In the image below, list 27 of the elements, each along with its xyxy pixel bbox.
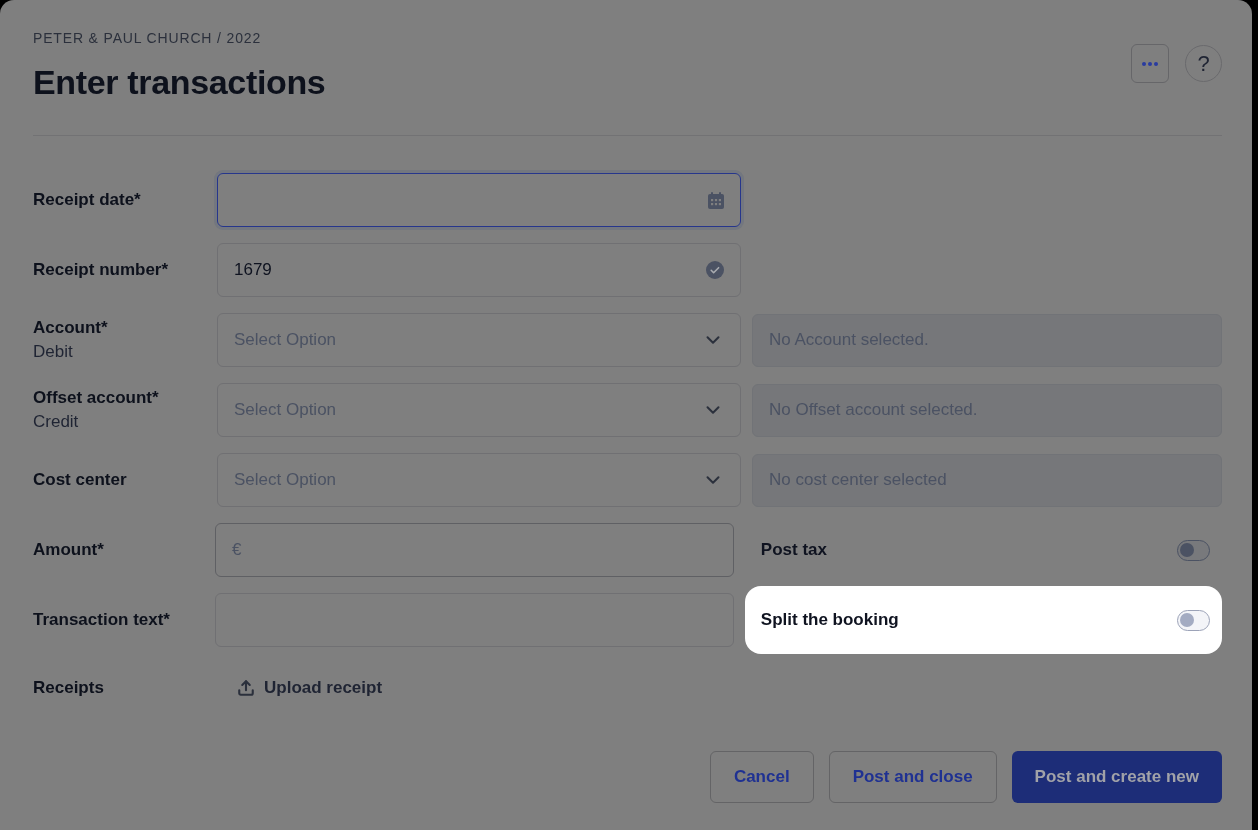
calendar-icon (708, 191, 724, 209)
field-label: Offset account* (33, 387, 160, 409)
secondary-button[interactable]: Cancel (709, 751, 814, 803)
toggle-label: Post tax (760, 539, 827, 562)
secondary-button[interactable]: Post and close (828, 751, 997, 803)
page-title: Enter transactions (33, 62, 326, 102)
more-button[interactable] (1131, 44, 1169, 83)
field-label: Receipt date* (33, 189, 142, 211)
toggle-label: Split the booking (760, 609, 899, 632)
field-label: Account* (33, 317, 109, 339)
text-field[interactable]: 1679 (217, 243, 741, 297)
toggle-switch[interactable] (1177, 609, 1210, 631)
field-label: Receipts (33, 677, 105, 699)
field-label: Amount* (33, 539, 105, 561)
upload-link[interactable]: Upload receipt (237, 675, 383, 701)
toggle-switch[interactable] (1177, 539, 1210, 561)
field-label: Transaction text* (33, 609, 171, 631)
upload-icon (237, 679, 255, 697)
field-label: Receipt number* (33, 259, 170, 281)
field-sublabel: Debit (33, 341, 74, 363)
more-icon (1142, 61, 1158, 66)
field-sublabel: Credit (33, 411, 80, 433)
date-field[interactable] (217, 173, 741, 227)
amount-field[interactable]: € (215, 523, 734, 577)
primary-button[interactable]: Post and create new (1011, 751, 1222, 803)
field-label: Cost center (33, 469, 128, 491)
breadcrumb: PETER & PAUL CHURCH / 2022 (33, 29, 262, 48)
